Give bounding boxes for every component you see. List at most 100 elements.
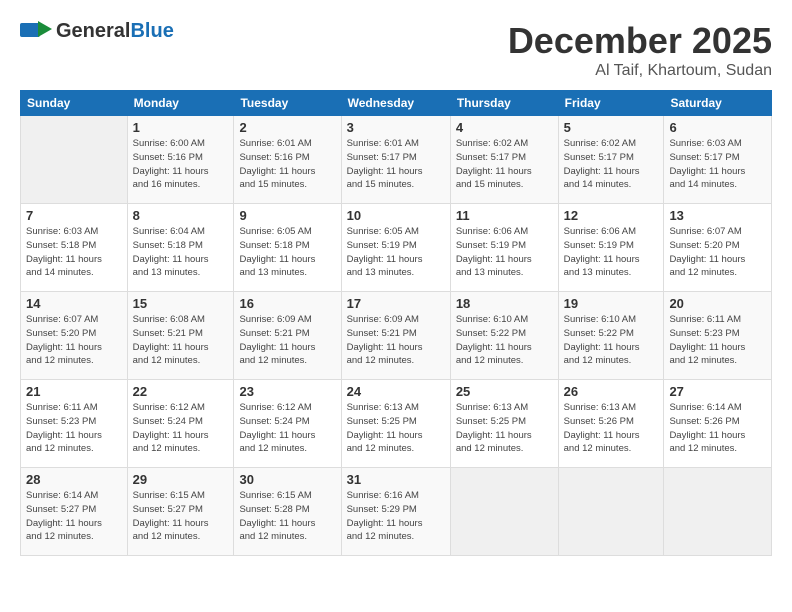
calendar-cell — [21, 116, 128, 204]
calendar-cell: 22 Sunrise: 6:12 AM Sunset: 5:24 PM Dayli… — [127, 380, 234, 468]
day-info: Sunrise: 6:13 AM Sunset: 5:26 PM Dayligh… — [564, 401, 659, 456]
calendar-cell: 1 Sunrise: 6:00 AM Sunset: 5:16 PM Daylig… — [127, 116, 234, 204]
day-number: 20 — [669, 296, 766, 311]
calendar-cell: 12Sunrise: 6:06 AM Sunset: 5:19 PM Dayli… — [558, 204, 664, 292]
calendar-cell: 20 Sunrise: 6:11 AM Sunset: 5:23 PM Dayli… — [664, 292, 772, 380]
logo-general: General — [56, 20, 130, 42]
day-info: Sunrise: 6:14 AM Sunset: 5:27 PM Dayligh… — [26, 489, 122, 544]
calendar-header-tuesday: Tuesday — [234, 91, 341, 116]
calendar-cell: 23 Sunrise: 6:12 AM Sunset: 5:24 PM Dayli… — [234, 380, 341, 468]
day-number: 22 — [133, 384, 229, 399]
calendar-cell: 4 Sunrise: 6:02 AM Sunset: 5:17 PM Daylig… — [450, 116, 558, 204]
calendar-cell: 5 Sunrise: 6:02 AM Sunset: 5:17 PM Daylig… — [558, 116, 664, 204]
day-info: Sunrise: 6:05 AM Sunset: 5:19 PM Dayligh… — [347, 225, 445, 280]
day-info: Sunrise: 6:03 AM Sunset: 5:17 PM Dayligh… — [669, 137, 766, 192]
calendar-cell: 16Sunrise: 6:09 AM Sunset: 5:21 PM Dayli… — [234, 292, 341, 380]
day-number: 21 — [26, 384, 122, 399]
day-info: Sunrise: 6:12 AM Sunset: 5:24 PM Dayligh… — [239, 401, 335, 456]
day-info: Sunrise: 6:15 AM Sunset: 5:28 PM Dayligh… — [239, 489, 335, 544]
calendar-week-1: 1 Sunrise: 6:00 AM Sunset: 5:16 PM Daylig… — [21, 116, 772, 204]
calendar-cell: 21 Sunrise: 6:11 AM Sunset: 5:23 PM Dayli… — [21, 380, 128, 468]
day-info: Sunrise: 6:05 AM Sunset: 5:18 PM Dayligh… — [239, 225, 335, 280]
calendar-cell: 29 Sunrise: 6:15 AM Sunset: 5:27 PM Dayli… — [127, 468, 234, 556]
calendar-header-monday: Monday — [127, 91, 234, 116]
day-info: Sunrise: 6:11 AM Sunset: 5:23 PM Dayligh… — [26, 401, 122, 456]
day-number: 16 — [239, 296, 335, 311]
calendar-week-5: 28 Sunrise: 6:14 AM Sunset: 5:27 PM Dayli… — [21, 468, 772, 556]
calendar-cell: 25Sunrise: 6:13 AM Sunset: 5:25 PM Dayli… — [450, 380, 558, 468]
day-info: Sunrise: 6:08 AM Sunset: 5:21 PM Dayligh… — [133, 313, 229, 368]
day-info: Sunrise: 6:10 AM Sunset: 5:22 PM Dayligh… — [456, 313, 553, 368]
day-number: 23 — [239, 384, 335, 399]
calendar-cell: 14 Sunrise: 6:07 AM Sunset: 5:20 PM Dayli… — [21, 292, 128, 380]
day-number: 18 — [456, 296, 553, 311]
day-number: 3 — [347, 120, 445, 135]
day-info: Sunrise: 6:12 AM Sunset: 5:24 PM Dayligh… — [133, 401, 229, 456]
day-number: 29 — [133, 472, 229, 487]
calendar-cell: 30 Sunrise: 6:15 AM Sunset: 5:28 PM Dayli… — [234, 468, 341, 556]
calendar-header-row: SundayMondayTuesdayWednesdayThursdayFrid… — [21, 91, 772, 116]
calendar-cell: 28 Sunrise: 6:14 AM Sunset: 5:27 PM Dayli… — [21, 468, 128, 556]
subtitle: Al Taif, Khartoum, Sudan — [508, 62, 772, 80]
day-info: Sunrise: 6:02 AM Sunset: 5:17 PM Dayligh… — [564, 137, 659, 192]
calendar-cell: 24 Sunrise: 6:13 AM Sunset: 5:25 PM Dayli… — [341, 380, 450, 468]
day-number: 2 — [239, 120, 335, 135]
day-info: Sunrise: 6:03 AM Sunset: 5:18 PM Dayligh… — [26, 225, 122, 280]
day-info: Sunrise: 6:15 AM Sunset: 5:27 PM Dayligh… — [133, 489, 229, 544]
header: GeneralBlue December 2025 Al Taif, Khart… — [20, 20, 772, 80]
calendar-cell: 15 Sunrise: 6:08 AM Sunset: 5:21 PM Dayli… — [127, 292, 234, 380]
calendar-cell: 27 Sunrise: 6:14 AM Sunset: 5:26 PM Dayli… — [664, 380, 772, 468]
day-number: 15 — [133, 296, 229, 311]
day-info: Sunrise: 6:16 AM Sunset: 5:29 PM Dayligh… — [347, 489, 445, 544]
day-info: Sunrise: 6:10 AM Sunset: 5:22 PM Dayligh… — [564, 313, 659, 368]
day-number: 24 — [347, 384, 445, 399]
calendar-cell: 17 Sunrise: 6:09 AM Sunset: 5:21 PM Dayli… — [341, 292, 450, 380]
calendar-cell: 18 Sunrise: 6:10 AM Sunset: 5:22 PM Dayli… — [450, 292, 558, 380]
calendar-week-4: 21 Sunrise: 6:11 AM Sunset: 5:23 PM Dayli… — [21, 380, 772, 468]
day-number: 26 — [564, 384, 659, 399]
day-number: 12 — [564, 208, 659, 223]
calendar-header-friday: Friday — [558, 91, 664, 116]
day-number: 25 — [456, 384, 553, 399]
day-info: Sunrise: 6:01 AM Sunset: 5:16 PM Dayligh… — [239, 137, 335, 192]
calendar: SundayMondayTuesdayWednesdayThursdayFrid… — [20, 90, 772, 556]
day-info: Sunrise: 6:02 AM Sunset: 5:17 PM Dayligh… — [456, 137, 553, 192]
day-number: 11 — [456, 208, 553, 223]
logo-blue: Blue — [130, 20, 173, 42]
day-info: Sunrise: 6:11 AM Sunset: 5:23 PM Dayligh… — [669, 313, 766, 368]
day-info: Sunrise: 6:04 AM Sunset: 5:18 PM Dayligh… — [133, 225, 229, 280]
day-number: 4 — [456, 120, 553, 135]
logo: GeneralBlue — [20, 20, 174, 43]
day-number: 28 — [26, 472, 122, 487]
logo-icon — [20, 21, 52, 43]
calendar-cell: 10 Sunrise: 6:05 AM Sunset: 5:19 PM Dayli… — [341, 204, 450, 292]
day-number: 17 — [347, 296, 445, 311]
calendar-cell — [450, 468, 558, 556]
day-number: 27 — [669, 384, 766, 399]
page: GeneralBlue December 2025 Al Taif, Khart… — [0, 0, 792, 612]
day-info: Sunrise: 6:07 AM Sunset: 5:20 PM Dayligh… — [26, 313, 122, 368]
calendar-cell — [664, 468, 772, 556]
day-number: 30 — [239, 472, 335, 487]
day-number: 1 — [133, 120, 229, 135]
calendar-cell: 13Sunrise: 6:07 AM Sunset: 5:20 PM Dayli… — [664, 204, 772, 292]
day-info: Sunrise: 6:00 AM Sunset: 5:16 PM Dayligh… — [133, 137, 229, 192]
calendar-cell: 8Sunrise: 6:04 AM Sunset: 5:18 PM Daylig… — [127, 204, 234, 292]
day-number: 31 — [347, 472, 445, 487]
day-number: 6 — [669, 120, 766, 135]
day-info: Sunrise: 6:13 AM Sunset: 5:25 PM Dayligh… — [347, 401, 445, 456]
day-info: Sunrise: 6:09 AM Sunset: 5:21 PM Dayligh… — [347, 313, 445, 368]
day-info: Sunrise: 6:14 AM Sunset: 5:26 PM Dayligh… — [669, 401, 766, 456]
calendar-cell: 3 Sunrise: 6:01 AM Sunset: 5:17 PM Daylig… — [341, 116, 450, 204]
day-number: 14 — [26, 296, 122, 311]
calendar-header-wednesday: Wednesday — [341, 91, 450, 116]
day-number: 5 — [564, 120, 659, 135]
calendar-cell: 2 Sunrise: 6:01 AM Sunset: 5:16 PM Daylig… — [234, 116, 341, 204]
day-number: 10 — [347, 208, 445, 223]
calendar-week-2: 7 Sunrise: 6:03 AM Sunset: 5:18 PM Daylig… — [21, 204, 772, 292]
day-number: 7 — [26, 208, 122, 223]
calendar-header-saturday: Saturday — [664, 91, 772, 116]
day-info: Sunrise: 6:01 AM Sunset: 5:17 PM Dayligh… — [347, 137, 445, 192]
day-info: Sunrise: 6:06 AM Sunset: 5:19 PM Dayligh… — [456, 225, 553, 280]
calendar-cell: 26 Sunrise: 6:13 AM Sunset: 5:26 PM Dayli… — [558, 380, 664, 468]
